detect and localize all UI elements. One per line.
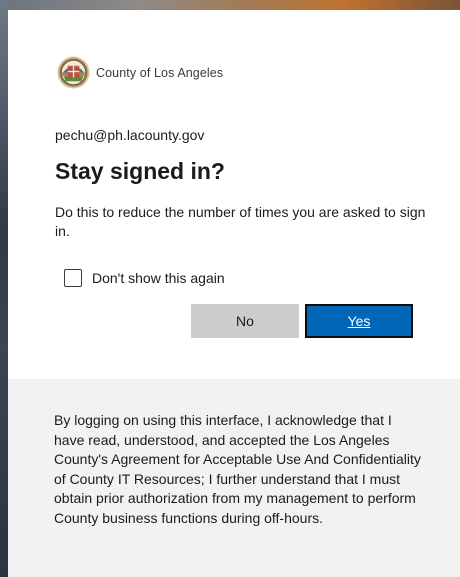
brand-name: County of Los Angeles	[96, 65, 224, 80]
county-seal-icon	[57, 56, 90, 89]
user-identity: pechu@ph.lacounty.gov	[55, 127, 205, 143]
dont-show-again-checkbox[interactable]	[64, 269, 82, 287]
background-image-left	[0, 0, 8, 577]
page: County of Los Angeles pechu@ph.lacounty.…	[0, 0, 460, 577]
page-title: Stay signed in?	[55, 158, 225, 184]
banner-logo: County of Los Angeles	[57, 56, 223, 89]
disclaimer-footer: By logging on using this interface, I ac…	[8, 379, 460, 577]
disclaimer-text: By logging on using this interface, I ac…	[54, 412, 421, 526]
no-button[interactable]: No	[191, 304, 299, 338]
prompt-description: Do this to reduce the number of times yo…	[55, 204, 426, 239]
sign-in-card: County of Los Angeles pechu@ph.lacounty.…	[8, 10, 460, 577]
yes-button[interactable]: Yes	[305, 304, 413, 338]
dont-show-again-option[interactable]: Don't show this again	[64, 269, 225, 287]
dont-show-again-label[interactable]: Don't show this again	[92, 270, 225, 286]
card-body: County of Los Angeles pechu@ph.lacounty.…	[8, 10, 460, 370]
